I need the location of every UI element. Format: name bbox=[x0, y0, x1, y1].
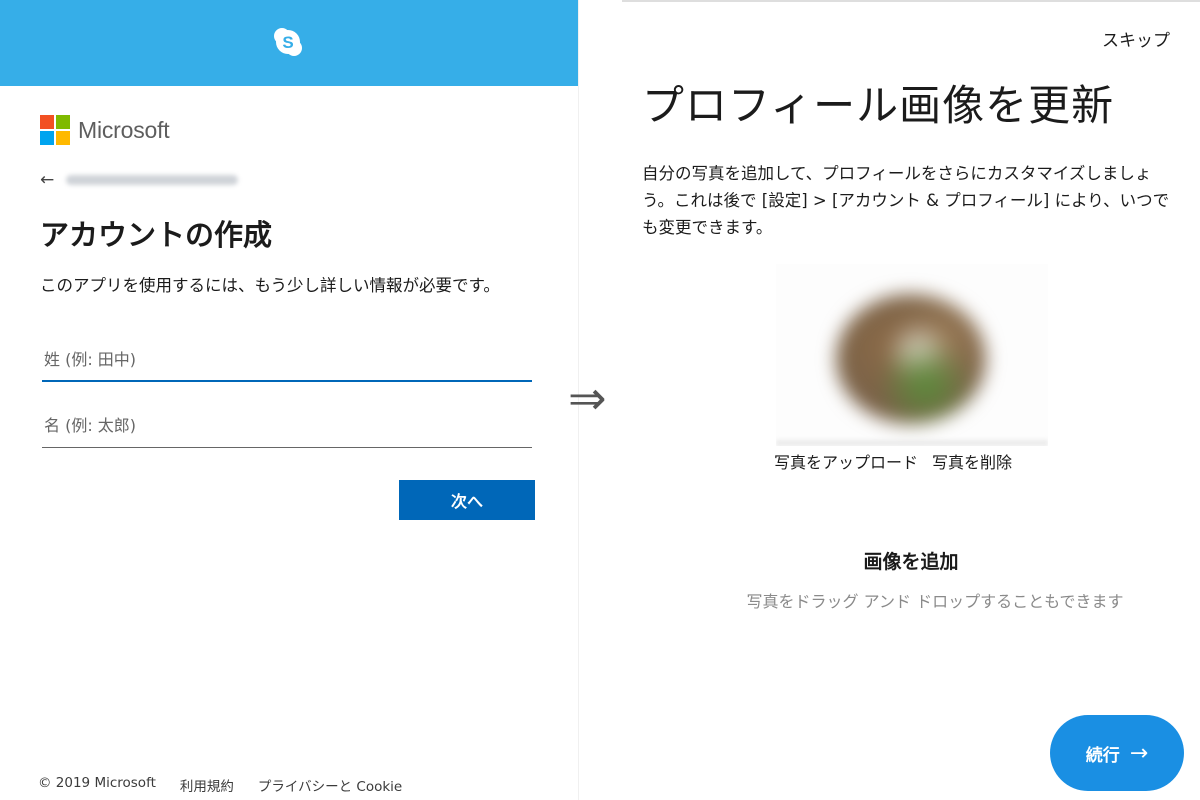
photo-edge bbox=[776, 440, 1048, 446]
page-description: このアプリを使用するには、もう少し詳しい情報が必要です。 bbox=[40, 276, 500, 295]
profile-title: プロフィール画像を更新 bbox=[642, 81, 1115, 130]
microsoft-wordmark: Microsoft bbox=[78, 116, 170, 143]
profile-description: 自分の写真を追加して、プロフィールをさらにカスタマイズしましょう。これは後で [… bbox=[642, 164, 1170, 237]
privacy-cookie-link[interactable]: プライバシーと Cookie bbox=[258, 775, 402, 795]
continue-button[interactable]: 続行 → bbox=[1050, 715, 1184, 791]
comparison-stage: S Microsoft ← アカウントの作成 このアプリを使用するには、もう少し… bbox=[0, 0, 1200, 800]
first-name-input[interactable] bbox=[42, 404, 532, 448]
blurred-avatar-image bbox=[836, 294, 986, 424]
photo-actions: 写真をアップロード 写真を削除 bbox=[774, 449, 1012, 473]
page-title: アカウントの作成 bbox=[40, 218, 273, 252]
profile-photo-preview[interactable] bbox=[776, 264, 1048, 446]
logo-square-red bbox=[40, 115, 54, 129]
logo-square-blue bbox=[40, 131, 54, 145]
back-arrow-icon[interactable]: ← bbox=[40, 170, 54, 190]
skip-link[interactable]: スキップ bbox=[1102, 26, 1170, 51]
footer: © 2019 Microsoft 利用規約 プライバシーと Cookie bbox=[38, 775, 402, 795]
skype-header-bar: S bbox=[0, 0, 578, 86]
drag-drop-hint: 写真をドラッグ アンド ドロップすることもできます bbox=[746, 592, 1124, 611]
transition-arrow-icon: ⇒ bbox=[568, 371, 607, 425]
microsoft-windows-icon bbox=[40, 115, 70, 145]
logo-square-yellow bbox=[56, 131, 70, 145]
identity-banner: ← bbox=[40, 170, 239, 190]
last-name-input[interactable] bbox=[42, 338, 532, 382]
microsoft-logo: Microsoft bbox=[40, 115, 170, 145]
arrow-right-icon: → bbox=[1129, 740, 1149, 766]
profile-picture-panel: スキップ プロフィール画像を更新 自分の写真を追加して、プロフィールをさらにカス… bbox=[622, 0, 1200, 800]
continue-label: 続行 bbox=[1085, 745, 1120, 766]
svg-text:S: S bbox=[282, 33, 293, 52]
remove-photo-link[interactable]: 写真を削除 bbox=[932, 449, 1012, 473]
account-creation-panel: S Microsoft ← アカウントの作成 このアプリを使用するには、もう少し… bbox=[0, 0, 579, 800]
logo-square-green bbox=[56, 115, 70, 129]
add-image-heading: 画像を追加 bbox=[863, 551, 959, 573]
upload-photo-link[interactable]: 写真をアップロード bbox=[774, 449, 918, 473]
copyright-text: © 2019 Microsoft bbox=[38, 775, 156, 791]
next-button[interactable]: 次へ bbox=[399, 480, 535, 520]
blurred-email-address bbox=[66, 175, 239, 185]
terms-link[interactable]: 利用規約 bbox=[180, 775, 234, 795]
skype-logo-icon: S bbox=[274, 28, 302, 56]
